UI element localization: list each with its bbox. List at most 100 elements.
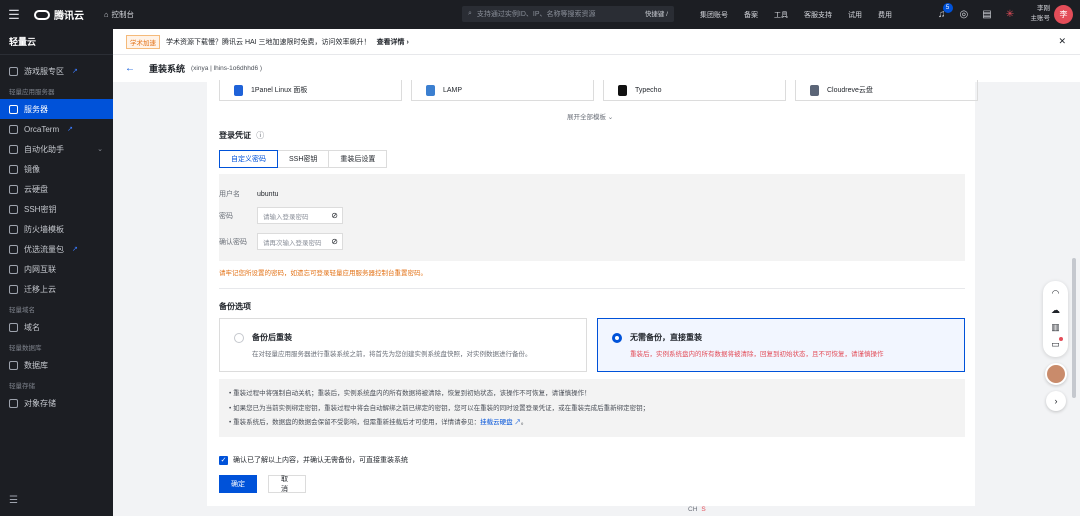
template-label: Cloudreve云盘 xyxy=(827,87,873,94)
sidebar-item-icon xyxy=(9,124,18,134)
sidebar-item-icon xyxy=(9,184,18,194)
sidebar-item-icon xyxy=(9,66,18,76)
cloud-logo-icon xyxy=(34,9,50,20)
page-title: 重装系统 xyxy=(149,64,186,74)
assistant-avatar[interactable] xyxy=(1045,363,1067,385)
template-icon xyxy=(810,84,819,96)
avatar[interactable]: 李 xyxy=(1054,5,1073,24)
search-placeholder: 支持通过实例ID、IP、名称等搜索资源 xyxy=(476,11,596,18)
scrollbar[interactable] xyxy=(1072,258,1076,398)
top-nav-item[interactable]: 备案 xyxy=(736,10,766,20)
sidebar-item[interactable]: 优选流量包 ↗ xyxy=(0,239,113,259)
sidebar-item-label: 对象存储 xyxy=(24,398,56,408)
feedback-icon[interactable]: ▭ xyxy=(1051,337,1063,350)
info-line-3: • 重装系统后，数据盘的数据会保留不受影响，但需重新挂载后才可使用，详情请参见：… xyxy=(229,416,955,431)
agree-checkbox[interactable]: ✓ xyxy=(219,455,228,465)
template-card[interactable]: Typecho xyxy=(603,80,786,101)
chevron-down-icon: ⌄ xyxy=(97,146,103,153)
headset-icon[interactable]: ◠ xyxy=(1052,288,1060,299)
sidebar-group-label: 轻量数据库 xyxy=(9,345,42,352)
expand-templates-link[interactable]: 展开全部模板 ⌄ xyxy=(567,111,613,121)
sidebar-item-label: 自动化助手 xyxy=(24,144,64,154)
sidebar-item-label: SSH密钥 xyxy=(24,204,57,214)
top-nav-item[interactable]: 试用 xyxy=(840,10,870,20)
sidebar-item-icon xyxy=(9,264,18,274)
bell-icon[interactable]: ♫ 5 xyxy=(938,3,953,20)
confirm-password-placeholder: 请再次输入登录密码 xyxy=(263,239,322,247)
top-nav-item[interactable]: 费用 xyxy=(870,10,900,20)
login-section-title: 登录凭证 ⓘ xyxy=(219,130,264,141)
sidebar-group-label: 轻量应用服务器 xyxy=(9,89,55,96)
option2-desc: 重装后，实例系统盘内的所有数据将被清除，回复到初始状态，且不可恢复，请谨慎操作 xyxy=(630,351,884,358)
menu-icon[interactable]: ☰ xyxy=(0,0,28,29)
sidebar-item[interactable]: 服务器 xyxy=(0,99,113,119)
template-card[interactable]: 1Panel Linux 面板 xyxy=(219,80,402,101)
notice-text: 学术资源下载慢？腾讯云 HAI 三地加速限时免费，访问效率飙升！ xyxy=(166,38,371,46)
sidebar-item[interactable]: 游戏服专区 ↗ xyxy=(0,61,113,81)
sidebar-item[interactable]: 对象存储 xyxy=(0,393,113,413)
cancel-button[interactable]: 取消 xyxy=(268,475,306,493)
sidebar-item[interactable]: 域名 xyxy=(0,317,113,337)
sidebar-item-icon xyxy=(9,284,18,294)
sidebar-item[interactable]: 内网互联 xyxy=(0,259,113,279)
back-arrow-icon[interactable]: ← xyxy=(125,63,135,74)
info-line-2: • 如果您已为当前实例绑定密钥，重装过程中将会自动解绑之前已绑定的密钥，您可以在… xyxy=(229,404,650,412)
confirm-password-input[interactable]: 请再次输入登录密码 ⊘ xyxy=(257,233,343,250)
cloud-upload-icon[interactable]: ☁ xyxy=(1051,305,1060,316)
password-input[interactable]: 请输入登录密码 ⊘ xyxy=(257,207,343,224)
notice-link[interactable]: 查看详情 › xyxy=(377,37,409,47)
credential-tab[interactable]: SSH密钥 xyxy=(277,150,330,168)
template-card[interactable]: Cloudreve云盘 xyxy=(795,80,978,101)
sidebar-item-icon xyxy=(9,322,18,332)
radio-unselected[interactable] xyxy=(234,333,244,343)
notice-tag: 学术加速 xyxy=(126,34,160,49)
eye-off-icon[interactable]: ⊘ xyxy=(331,237,338,246)
external-link-icon: ↗ xyxy=(72,68,78,75)
sidebar-item-label: 云硬盘 xyxy=(24,184,48,194)
sidebar-group-label: 轻量存储 xyxy=(9,383,35,390)
close-icon[interactable]: ✕ xyxy=(1058,36,1066,47)
confirm-button[interactable]: 确定 xyxy=(219,475,257,493)
credential-tab[interactable]: 自定义密码 xyxy=(219,150,278,168)
book-icon[interactable]: ▥ xyxy=(1051,322,1060,333)
option2-title: 无需备份，直接重装 xyxy=(630,333,702,342)
chevron-right-icon[interactable]: › xyxy=(1046,391,1066,411)
user-info[interactable]: 李刚 主账号 xyxy=(1028,4,1051,24)
backup-option-no-backup[interactable]: 无需备份，直接重装 重装后，实例系统盘内的所有数据将被清除，回复到初始状态，且不… xyxy=(597,318,965,372)
sidebar: 轻量云 游戏服专区 ↗ 轻量应用服务器 服务器 OrcaTerm ↗ 自动化助手 ⌄ 镜像 云硬盘… xyxy=(0,29,113,516)
message-icon[interactable]: ▤ xyxy=(982,9,991,20)
sidebar-item[interactable]: SSH密钥 xyxy=(0,199,113,219)
info-icon[interactable]: ⓘ xyxy=(256,131,264,140)
mount-disk-link[interactable]: 挂载云硬盘 ↗ xyxy=(480,419,521,426)
sidebar-item[interactable]: 云硬盘 xyxy=(0,179,113,199)
sidebar-item-label: 迁移上云 xyxy=(24,284,56,294)
sidebar-item[interactable]: 数据库 xyxy=(0,355,113,375)
top-nav: 集团账号 备案 工具 客服支持 试用 费用 xyxy=(692,0,900,29)
radio-selected[interactable] xyxy=(612,333,622,343)
sidebar-item[interactable]: 镜像 xyxy=(0,159,113,179)
credential-tab[interactable]: 重装后设置 xyxy=(328,150,388,168)
agree-row: ✓ 确认已了解以上内容，并确认无需备份，可直接重装系统 xyxy=(219,455,408,465)
reinstall-panel: 1Panel Linux 面板 LAMP Typecho Cloudreve云盘 展开… xyxy=(207,80,978,506)
sidebar-item[interactable]: 防火墙模板 xyxy=(0,219,113,239)
confirm-password-row: 确认密码 请再次输入登录密码 ⊘ xyxy=(219,233,343,250)
sidebar-item[interactable]: 自动化助手 ⌄ xyxy=(0,139,113,159)
template-card[interactable]: LAMP xyxy=(411,80,594,101)
brand-logo[interactable]: 腾讯云 xyxy=(34,7,84,22)
sidebar-item[interactable]: 迁移上云 xyxy=(0,279,113,299)
console-home-link[interactable]: ⌂ 控制台 xyxy=(104,9,134,20)
sidebar-item-label: 镜像 xyxy=(24,164,40,174)
top-nav-item[interactable]: 工具 xyxy=(766,10,796,20)
backup-option-backup-first[interactable]: 备份后重装 在对轻量应用服务器进行重装系统之前，将首先为您创建实例系统盘快照，对… xyxy=(219,318,587,372)
search-input[interactable]: ⌕ 支持通过实例ID、IP、名称等搜索资源 快捷键 / xyxy=(462,6,674,22)
collapse-sidebar-icon[interactable]: ☰ xyxy=(9,495,18,506)
sidebar-item-label: 内网互联 xyxy=(24,264,56,274)
ime-indicator: CH S xyxy=(688,506,706,513)
sidebar-item[interactable]: OrcaTerm ↗ xyxy=(0,119,113,139)
eye-off-icon[interactable]: ⊘ xyxy=(331,211,338,220)
help-icon[interactable]: ◎ xyxy=(960,9,969,20)
ai-assistant-icon[interactable]: ✳ xyxy=(1006,9,1014,20)
template-label: Typecho xyxy=(635,86,662,94)
top-nav-item[interactable]: 集团账号 xyxy=(692,10,736,20)
top-nav-item[interactable]: 客服支持 xyxy=(796,10,840,20)
